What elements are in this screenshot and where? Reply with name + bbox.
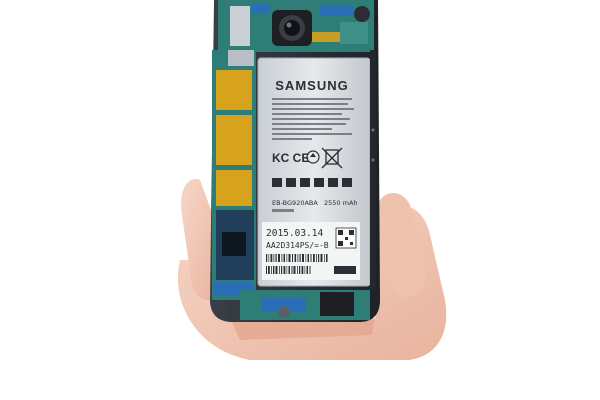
battery-date: 2015.03.14 (266, 228, 323, 239)
frame-right-edge (370, 50, 376, 290)
battery-fine-print (272, 98, 354, 140)
ce-mark-icon: KC CE (272, 151, 309, 165)
photo-scene: SAMSUNG KC CE EB-BG920ABA 2550 mAh 2015.… (0, 0, 600, 400)
usb-port-icon (278, 306, 290, 318)
battery-capacity: 2550 mAh (324, 199, 358, 207)
qr-code-icon (335, 227, 357, 249)
phone: SAMSUNG KC CE EB-BG920ABA 2550 mAh 2015.… (210, 0, 380, 322)
battery-brand: SAMSUNG (275, 78, 348, 93)
battery-model: EB-BG920ABA (272, 199, 318, 207)
flash-icon (354, 6, 370, 22)
battery-serial: AA2D314PS/=-B (266, 241, 329, 250)
camera-lens-icon (272, 10, 312, 46)
